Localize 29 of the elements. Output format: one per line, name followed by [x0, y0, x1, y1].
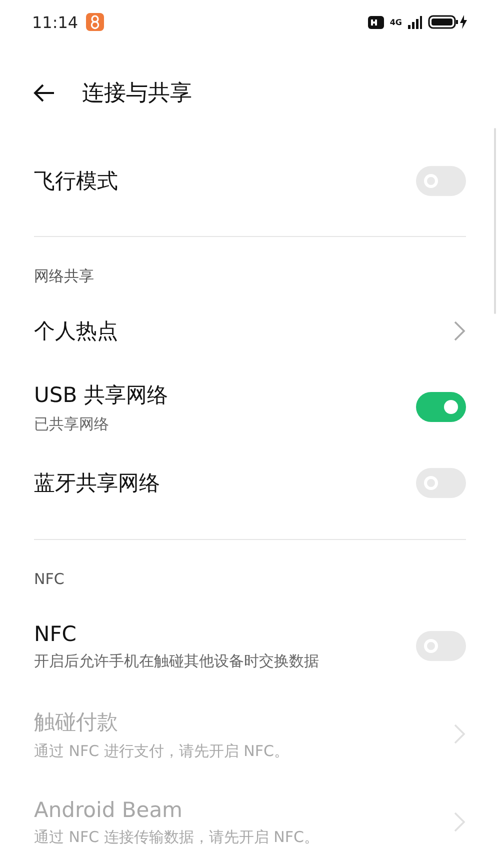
setting-title: 个人热点: [34, 318, 119, 345]
setting-title: 触碰付款: [34, 708, 119, 736]
section-header: NFC: [33, 569, 66, 590]
setting-title: NFC: [34, 622, 78, 646]
setting-title: USB 共享网络: [34, 382, 169, 408]
setting-title: Android Beam: [34, 798, 184, 822]
signal-icon: [408, 16, 422, 28]
setting-subtitle: 已共享网络: [34, 414, 110, 434]
setting-subtitle: 通过 NFC 进行支付，请先开启 NFC。: [34, 742, 290, 760]
settings-row[interactable]: 飞行模式: [0, 150, 500, 212]
chevron-right-icon: [452, 811, 466, 833]
chevron-right-icon: [452, 320, 466, 342]
hd-icon: [368, 16, 384, 28]
settings-row[interactable]: 蓝牙共享网络: [0, 451, 500, 515]
page-title: 连接与共享: [82, 80, 192, 108]
settings-row[interactable]: USB 共享网络 已共享网络: [0, 363, 500, 451]
setting-subtitle: 开启后允许手机在触碰其他设备时交换数据: [34, 652, 320, 670]
battery-charging-icon: [428, 15, 468, 29]
settings-row[interactable]: 个人热点: [0, 299, 500, 363]
setting-title: 飞行模式: [34, 168, 119, 195]
network-type: 4G: [390, 18, 402, 26]
section-header: 网络共享: [33, 266, 95, 287]
chevron-right-icon: [452, 723, 466, 745]
setting-title: 蓝牙共享网络: [34, 470, 161, 497]
app-notification-icon: [86, 13, 104, 31]
status-time: 11:14: [32, 12, 78, 32]
toggle-switch[interactable]: [416, 392, 466, 422]
settings-row[interactable]: NFC 开启后允许手机在触碰其他设备时交换数据: [0, 602, 500, 690]
setting-subtitle: 通过 NFC 连接传输数据，请先开启 NFC。: [34, 828, 320, 846]
